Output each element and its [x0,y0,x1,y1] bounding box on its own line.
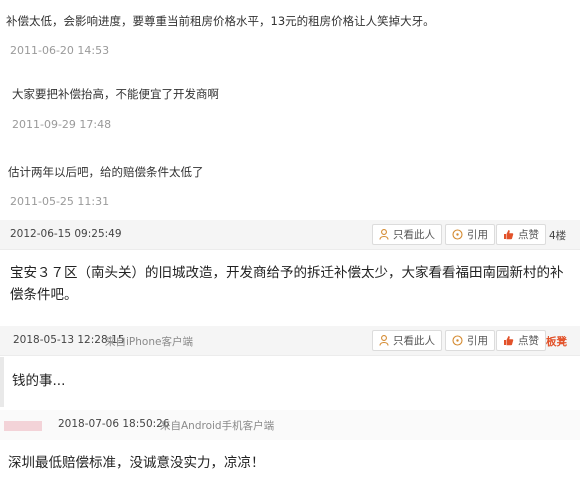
quote-bubble-icon [452,229,463,240]
sub-reply-text: 补偿太低，会影响进度，要尊重当前租房价格水平，13元的租房价格让人笑掉大牙。 [6,14,435,28]
quote-label: 引用 [467,335,488,347]
floor-time: 2012-06-15 09:25:49 [10,228,122,240]
sub-reply-time: 2011-09-29 17:48 [12,118,112,131]
floor-source: 来自Android手机客户端 [160,420,275,432]
comment-body: 深圳最低赔偿标准，没诚意没实力，凉凉！ [8,455,265,471]
floor-number: 板凳 [546,336,567,348]
only-this-user-button[interactable]: 只看此人 [372,224,442,245]
floor-number: 4楼 [549,230,567,242]
only-this-user-label: 只看此人 [393,229,435,241]
person-icon [379,335,389,346]
floor-header: 2012-06-15 09:25:49 只看此人 引用 点赞 4楼 [0,220,580,250]
person-icon [379,229,389,240]
quote-button[interactable]: 引用 [445,330,495,351]
only-this-user-button[interactable]: 只看此人 [372,330,442,351]
quote-button[interactable]: 引用 [445,224,495,245]
sub-reply-time: 2011-05-25 11:31 [10,195,110,208]
like-button[interactable]: 点赞 [496,224,546,245]
comment-body: 宝安３７区（南头关）的旧城改造，开发商给予的拆迁补偿太少，大家看看福田南园新村的… [10,265,564,303]
quote-indicator-bar [0,357,4,407]
like-button[interactable]: 点赞 [496,330,546,351]
floor-source: 来自iPhone客户端 [105,336,193,348]
floor-time: 2018-07-06 18:50:26 [58,418,170,430]
quote-bubble-icon [452,335,463,346]
comment-body: 钱的事... [12,373,66,389]
floor-header: 2018-07-06 18:50:26 来自Android手机客户端 [0,410,580,440]
redacted-username [4,421,42,431]
sub-reply-time: 2011-06-20 14:53 [10,44,110,57]
thumbs-up-icon [504,336,514,346]
quote-label: 引用 [467,229,488,241]
like-label: 点赞 [518,335,539,347]
only-this-user-label: 只看此人 [393,335,435,347]
floor-header: 2018-05-13 12:28:15 来自iPhone客户端 只看此人 引用 … [0,326,580,356]
like-label: 点赞 [518,229,539,241]
thumbs-up-icon [504,230,514,240]
sub-reply-text: 大家要把补偿抬高，不能便宜了开发商啊 [12,87,219,101]
sub-reply-text: 估计两年以后吧，给的赔偿条件太低了 [8,165,204,179]
